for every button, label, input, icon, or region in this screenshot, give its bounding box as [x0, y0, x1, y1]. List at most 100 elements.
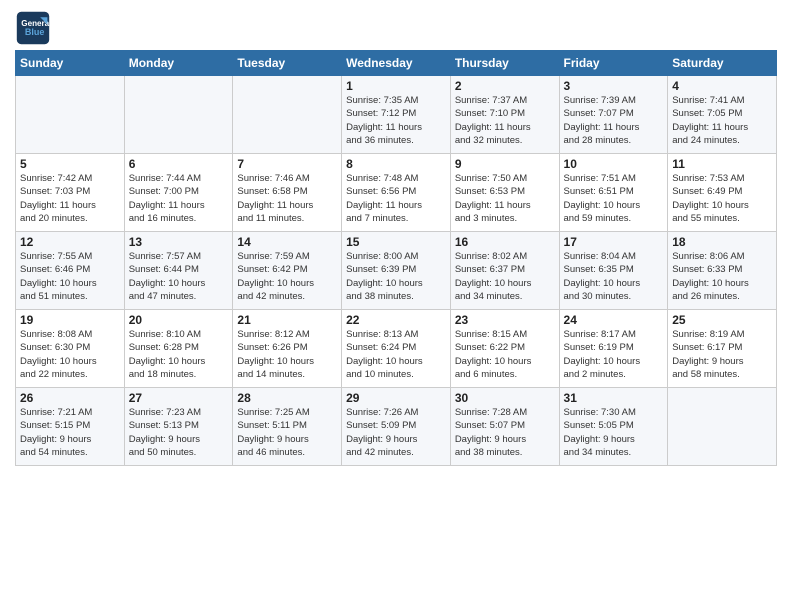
calendar-cell: 7Sunrise: 7:46 AM Sunset: 6:58 PM Daylig…	[233, 154, 342, 232]
day-info: Sunrise: 8:04 AM Sunset: 6:35 PM Dayligh…	[564, 250, 664, 303]
logo: General Blue	[15, 10, 51, 46]
calendar-table: SundayMondayTuesdayWednesdayThursdayFrid…	[15, 50, 777, 466]
calendar-cell: 27Sunrise: 7:23 AM Sunset: 5:13 PM Dayli…	[124, 388, 233, 466]
calendar-cell: 30Sunrise: 7:28 AM Sunset: 5:07 PM Dayli…	[450, 388, 559, 466]
day-info: Sunrise: 8:06 AM Sunset: 6:33 PM Dayligh…	[672, 250, 772, 303]
day-number: 23	[455, 313, 555, 327]
day-info: Sunrise: 8:00 AM Sunset: 6:39 PM Dayligh…	[346, 250, 446, 303]
day-number: 17	[564, 235, 664, 249]
calendar-cell	[124, 76, 233, 154]
day-number: 4	[672, 79, 772, 93]
calendar-cell: 6Sunrise: 7:44 AM Sunset: 7:00 PM Daylig…	[124, 154, 233, 232]
svg-text:Blue: Blue	[25, 27, 45, 37]
calendar-cell: 1Sunrise: 7:35 AM Sunset: 7:12 PM Daylig…	[342, 76, 451, 154]
calendar-cell: 26Sunrise: 7:21 AM Sunset: 5:15 PM Dayli…	[16, 388, 125, 466]
calendar-cell: 24Sunrise: 8:17 AM Sunset: 6:19 PM Dayli…	[559, 310, 668, 388]
col-header-wednesday: Wednesday	[342, 51, 451, 76]
day-info: Sunrise: 7:48 AM Sunset: 6:56 PM Dayligh…	[346, 172, 446, 225]
day-info: Sunrise: 8:17 AM Sunset: 6:19 PM Dayligh…	[564, 328, 664, 381]
day-info: Sunrise: 7:35 AM Sunset: 7:12 PM Dayligh…	[346, 94, 446, 147]
day-info: Sunrise: 8:15 AM Sunset: 6:22 PM Dayligh…	[455, 328, 555, 381]
week-row-4: 19Sunrise: 8:08 AM Sunset: 6:30 PM Dayli…	[16, 310, 777, 388]
day-number: 15	[346, 235, 446, 249]
calendar-cell: 21Sunrise: 8:12 AM Sunset: 6:26 PM Dayli…	[233, 310, 342, 388]
calendar-cell: 31Sunrise: 7:30 AM Sunset: 5:05 PM Dayli…	[559, 388, 668, 466]
day-number: 16	[455, 235, 555, 249]
week-row-5: 26Sunrise: 7:21 AM Sunset: 5:15 PM Dayli…	[16, 388, 777, 466]
calendar-cell: 10Sunrise: 7:51 AM Sunset: 6:51 PM Dayli…	[559, 154, 668, 232]
day-info: Sunrise: 7:46 AM Sunset: 6:58 PM Dayligh…	[237, 172, 337, 225]
week-row-3: 12Sunrise: 7:55 AM Sunset: 6:46 PM Dayli…	[16, 232, 777, 310]
calendar-cell: 15Sunrise: 8:00 AM Sunset: 6:39 PM Dayli…	[342, 232, 451, 310]
calendar-cell: 3Sunrise: 7:39 AM Sunset: 7:07 PM Daylig…	[559, 76, 668, 154]
header: General Blue	[15, 10, 777, 46]
day-info: Sunrise: 7:59 AM Sunset: 6:42 PM Dayligh…	[237, 250, 337, 303]
week-row-2: 5Sunrise: 7:42 AM Sunset: 7:03 PM Daylig…	[16, 154, 777, 232]
day-number: 8	[346, 157, 446, 171]
day-number: 26	[20, 391, 120, 405]
day-info: Sunrise: 7:57 AM Sunset: 6:44 PM Dayligh…	[129, 250, 229, 303]
day-number: 7	[237, 157, 337, 171]
day-info: Sunrise: 7:37 AM Sunset: 7:10 PM Dayligh…	[455, 94, 555, 147]
day-info: Sunrise: 7:21 AM Sunset: 5:15 PM Dayligh…	[20, 406, 120, 459]
calendar-cell: 2Sunrise: 7:37 AM Sunset: 7:10 PM Daylig…	[450, 76, 559, 154]
col-header-friday: Friday	[559, 51, 668, 76]
day-number: 13	[129, 235, 229, 249]
day-number: 9	[455, 157, 555, 171]
day-number: 12	[20, 235, 120, 249]
day-number: 28	[237, 391, 337, 405]
day-info: Sunrise: 7:55 AM Sunset: 6:46 PM Dayligh…	[20, 250, 120, 303]
day-info: Sunrise: 8:10 AM Sunset: 6:28 PM Dayligh…	[129, 328, 229, 381]
calendar-cell: 11Sunrise: 7:53 AM Sunset: 6:49 PM Dayli…	[668, 154, 777, 232]
col-header-sunday: Sunday	[16, 51, 125, 76]
day-number: 20	[129, 313, 229, 327]
calendar-cell: 14Sunrise: 7:59 AM Sunset: 6:42 PM Dayli…	[233, 232, 342, 310]
day-info: Sunrise: 7:41 AM Sunset: 7:05 PM Dayligh…	[672, 94, 772, 147]
day-info: Sunrise: 7:23 AM Sunset: 5:13 PM Dayligh…	[129, 406, 229, 459]
calendar-cell: 23Sunrise: 8:15 AM Sunset: 6:22 PM Dayli…	[450, 310, 559, 388]
calendar-cell	[16, 76, 125, 154]
day-info: Sunrise: 8:02 AM Sunset: 6:37 PM Dayligh…	[455, 250, 555, 303]
day-number: 2	[455, 79, 555, 93]
day-info: Sunrise: 7:53 AM Sunset: 6:49 PM Dayligh…	[672, 172, 772, 225]
col-header-tuesday: Tuesday	[233, 51, 342, 76]
calendar-cell: 29Sunrise: 7:26 AM Sunset: 5:09 PM Dayli…	[342, 388, 451, 466]
calendar-cell: 20Sunrise: 8:10 AM Sunset: 6:28 PM Dayli…	[124, 310, 233, 388]
day-info: Sunrise: 8:13 AM Sunset: 6:24 PM Dayligh…	[346, 328, 446, 381]
day-info: Sunrise: 7:51 AM Sunset: 6:51 PM Dayligh…	[564, 172, 664, 225]
day-info: Sunrise: 7:28 AM Sunset: 5:07 PM Dayligh…	[455, 406, 555, 459]
calendar-cell	[233, 76, 342, 154]
day-info: Sunrise: 7:39 AM Sunset: 7:07 PM Dayligh…	[564, 94, 664, 147]
col-header-monday: Monday	[124, 51, 233, 76]
calendar-cell: 28Sunrise: 7:25 AM Sunset: 5:11 PM Dayli…	[233, 388, 342, 466]
day-number: 29	[346, 391, 446, 405]
calendar-cell: 22Sunrise: 8:13 AM Sunset: 6:24 PM Dayli…	[342, 310, 451, 388]
day-info: Sunrise: 7:30 AM Sunset: 5:05 PM Dayligh…	[564, 406, 664, 459]
calendar-cell: 16Sunrise: 8:02 AM Sunset: 6:37 PM Dayli…	[450, 232, 559, 310]
day-info: Sunrise: 7:25 AM Sunset: 5:11 PM Dayligh…	[237, 406, 337, 459]
calendar-cell	[668, 388, 777, 466]
calendar-cell: 9Sunrise: 7:50 AM Sunset: 6:53 PM Daylig…	[450, 154, 559, 232]
calendar-cell: 12Sunrise: 7:55 AM Sunset: 6:46 PM Dayli…	[16, 232, 125, 310]
week-row-1: 1Sunrise: 7:35 AM Sunset: 7:12 PM Daylig…	[16, 76, 777, 154]
day-number: 30	[455, 391, 555, 405]
calendar-header-row: SundayMondayTuesdayWednesdayThursdayFrid…	[16, 51, 777, 76]
calendar-cell: 19Sunrise: 8:08 AM Sunset: 6:30 PM Dayli…	[16, 310, 125, 388]
calendar-cell: 17Sunrise: 8:04 AM Sunset: 6:35 PM Dayli…	[559, 232, 668, 310]
calendar-cell: 4Sunrise: 7:41 AM Sunset: 7:05 PM Daylig…	[668, 76, 777, 154]
col-header-thursday: Thursday	[450, 51, 559, 76]
day-info: Sunrise: 7:44 AM Sunset: 7:00 PM Dayligh…	[129, 172, 229, 225]
calendar-cell: 25Sunrise: 8:19 AM Sunset: 6:17 PM Dayli…	[668, 310, 777, 388]
calendar-cell: 8Sunrise: 7:48 AM Sunset: 6:56 PM Daylig…	[342, 154, 451, 232]
col-header-saturday: Saturday	[668, 51, 777, 76]
day-number: 31	[564, 391, 664, 405]
day-number: 6	[129, 157, 229, 171]
day-number: 27	[129, 391, 229, 405]
day-number: 10	[564, 157, 664, 171]
day-info: Sunrise: 7:42 AM Sunset: 7:03 PM Dayligh…	[20, 172, 120, 225]
logo-icon: General Blue	[15, 10, 51, 46]
calendar-cell: 13Sunrise: 7:57 AM Sunset: 6:44 PM Dayli…	[124, 232, 233, 310]
day-number: 1	[346, 79, 446, 93]
page-container: General Blue SundayMondayTuesdayWednesda…	[0, 0, 792, 471]
day-number: 18	[672, 235, 772, 249]
